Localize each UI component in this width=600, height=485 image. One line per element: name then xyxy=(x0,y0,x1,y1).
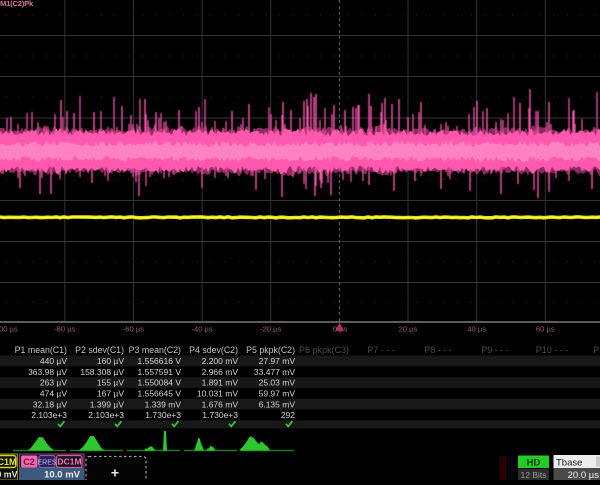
svg-text:P4 sdev(C2): P4 sdev(C2) xyxy=(189,345,238,355)
svg-text:1.730e+3: 1.730e+3 xyxy=(202,410,238,420)
svg-text:167 µV: 167 µV xyxy=(97,389,124,399)
svg-text:155 µV: 155 µV xyxy=(97,378,124,388)
svg-text:1.730e+3: 1.730e+3 xyxy=(145,410,181,420)
svg-text:P9 - - -: P9 - - - xyxy=(481,345,509,355)
svg-text:-40 µs: -40 µs xyxy=(191,325,212,334)
svg-text:P7 - - -: P7 - - - xyxy=(367,345,395,355)
svg-text:10.031 mV: 10.031 mV xyxy=(197,389,238,399)
svg-text:1.339 mV: 1.339 mV xyxy=(145,399,182,409)
svg-text:DC1M: DC1M xyxy=(57,457,81,467)
svg-text:1.399 µV: 1.399 µV xyxy=(90,399,125,409)
svg-text:-80 µs: -80 µs xyxy=(54,325,75,334)
svg-text:25.03 mV: 25.03 mV xyxy=(259,378,296,388)
svg-text:2.103e+3: 2.103e+3 xyxy=(88,410,124,420)
svg-text:1.676 mV: 1.676 mV xyxy=(202,399,239,409)
svg-text:P10 - - -: P10 - - - xyxy=(536,345,569,355)
svg-text:160 µV: 160 µV xyxy=(97,356,124,366)
svg-text:-20 µs: -20 µs xyxy=(260,325,281,334)
svg-text:1.891 mV: 1.891 mV xyxy=(202,378,239,388)
svg-text:158.308 µV: 158.308 µV xyxy=(80,367,124,377)
svg-text:12 Bits: 12 Bits xyxy=(521,470,547,480)
svg-text:59.97 mV: 59.97 mV xyxy=(259,389,296,399)
svg-text:0 mV: 0 mV xyxy=(0,470,18,480)
svg-text:+: + xyxy=(111,465,119,481)
svg-text:6.135 mV: 6.135 mV xyxy=(259,399,296,409)
svg-text:2.103e+3: 2.103e+3 xyxy=(31,410,67,420)
svg-text:440 µV: 440 µV xyxy=(40,356,67,366)
svg-text:P2 sdev(C1): P2 sdev(C1) xyxy=(75,345,124,355)
svg-text:HD: HD xyxy=(527,458,541,469)
svg-text:P5 pkpk(C2): P5 pkpk(C2) xyxy=(246,345,295,355)
svg-text:27.97 mV: 27.97 mV xyxy=(259,356,296,366)
svg-text:P11 - - -: P11 - - - xyxy=(593,345,600,355)
svg-text:P3 mean(C2): P3 mean(C2) xyxy=(129,345,181,355)
svg-text:20.0 µs: 20.0 µs xyxy=(568,470,600,480)
svg-text:ERES: ERES xyxy=(37,460,56,467)
svg-text:2.200 mV: 2.200 mV xyxy=(202,356,239,366)
svg-text:1.557591 V: 1.557591 V xyxy=(138,367,182,377)
svg-text:60 µs: 60 µs xyxy=(536,325,555,334)
svg-text:263 µV: 263 µV xyxy=(40,378,67,388)
svg-text:-100 µs: -100 µs xyxy=(0,325,18,334)
svg-text:33.477 mV: 33.477 mV xyxy=(254,367,295,377)
svg-text:DC1M: DC1M xyxy=(0,457,17,467)
svg-text:P6 pkpk(C3): P6 pkpk(C3) xyxy=(299,345,349,355)
svg-text:Tbase: Tbase xyxy=(556,458,582,469)
svg-text:1.556645 V: 1.556645 V xyxy=(138,389,182,399)
svg-text:1.556616 V: 1.556616 V xyxy=(138,356,182,366)
svg-text:40 µs: 40 µs xyxy=(467,325,486,334)
svg-text:474 µV: 474 µV xyxy=(40,389,67,399)
svg-text:1.550084 V: 1.550084 V xyxy=(138,378,182,388)
svg-text:-60 µs: -60 µs xyxy=(123,325,144,334)
svg-text:363.98 µV: 363.98 µV xyxy=(28,367,67,377)
svg-text:20 µs: 20 µs xyxy=(399,325,418,334)
svg-text:C2: C2 xyxy=(23,457,35,467)
svg-text:P1 mean(C1): P1 mean(C1) xyxy=(15,345,67,355)
svg-text:P8 - - -: P8 - - - xyxy=(424,345,452,355)
svg-text:M1(C2)Pk: M1(C2)Pk xyxy=(0,0,34,8)
svg-text:10.0 mV: 10.0 mV xyxy=(44,470,81,481)
svg-text:2.966 mV: 2.966 mV xyxy=(202,367,239,377)
svg-text:292: 292 xyxy=(281,410,295,420)
svg-text:32.18 µV: 32.18 µV xyxy=(33,399,68,409)
